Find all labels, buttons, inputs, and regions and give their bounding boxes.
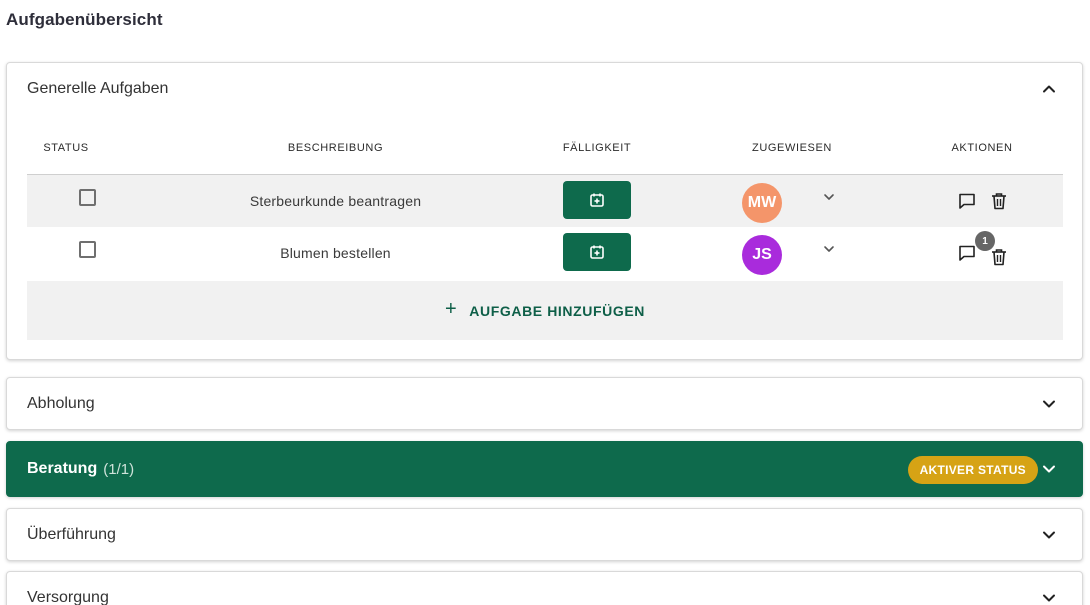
table-row: Sterbeurkunde beantragen MW bbox=[27, 175, 1063, 227]
panel-title-general: Generelle Aufgaben bbox=[27, 80, 169, 97]
trash-icon bbox=[992, 193, 1006, 210]
column-header-due: FÄLLIGKEIT bbox=[562, 142, 632, 154]
column-header-assigned: ZUGEWIESEN bbox=[752, 142, 832, 154]
avatar[interactable]: JS bbox=[742, 235, 782, 275]
task-description: Blumen bestellen bbox=[280, 245, 391, 261]
column-header-description: BESCHREIBUNG bbox=[287, 142, 384, 154]
chevron-down-icon[interactable] bbox=[1042, 528, 1056, 542]
comment-icon bbox=[959, 193, 975, 209]
calendar-plus-icon bbox=[590, 245, 604, 259]
comment-button[interactable] bbox=[956, 190, 978, 212]
chevron-down-icon[interactable] bbox=[1042, 397, 1056, 411]
table-header: STATUS BESCHREIBUNG FÄLLIGKEIT ZUGEWIESE… bbox=[27, 135, 1063, 175]
delete-button[interactable] bbox=[988, 190, 1010, 212]
trash-icon bbox=[992, 249, 1006, 266]
panel-abholung[interactable]: Abholung bbox=[6, 377, 1083, 430]
panel-beratung[interactable]: Beratung (1/1) AKTIVER STATUS bbox=[6, 441, 1083, 497]
status-badge: AKTIVER STATUS bbox=[907, 456, 1038, 484]
panel-title-beratung: Beratung bbox=[27, 460, 98, 477]
panel-general-tasks: Generelle Aufgaben STATUS BESCHREIBUNG F… bbox=[6, 62, 1083, 360]
panel-header-versorgung[interactable]: Versorgung bbox=[7, 572, 1082, 605]
due-date-button[interactable] bbox=[563, 233, 631, 271]
task-status-checkbox[interactable] bbox=[78, 188, 96, 206]
plus-icon: + bbox=[445, 298, 458, 320]
task-progress-count: (1/1) bbox=[103, 460, 135, 478]
table-row: Blumen bestellen JS 1 bbox=[27, 227, 1063, 279]
task-description: Sterbeurkunde beantragen bbox=[249, 193, 422, 209]
due-date-button[interactable] bbox=[563, 181, 631, 219]
panel-header-general[interactable]: Generelle Aufgaben bbox=[7, 63, 1082, 115]
column-header-actions: AKTIONEN bbox=[951, 142, 1013, 154]
chevron-down-icon[interactable] bbox=[1042, 462, 1056, 476]
add-task-label: AUFGABE HINZUFÜGEN bbox=[469, 302, 645, 319]
chevron-down-icon[interactable] bbox=[1042, 591, 1056, 605]
comment-button[interactable] bbox=[956, 242, 978, 264]
tasks-table: STATUS BESCHREIBUNG FÄLLIGKEIT ZUGEWIESE… bbox=[27, 135, 1063, 279]
panel-header-abholung[interactable]: Abholung bbox=[7, 378, 1082, 430]
chevron-down-icon[interactable] bbox=[823, 191, 835, 203]
panel-ueberfuehrung[interactable]: Überführung bbox=[6, 508, 1083, 561]
panel-title-abholung: Abholung bbox=[27, 395, 95, 412]
chevron-down-icon[interactable] bbox=[823, 243, 835, 255]
task-status-checkbox[interactable] bbox=[78, 240, 96, 258]
delete-button[interactable] bbox=[988, 246, 1010, 268]
add-task-button[interactable]: + AUFGABE HINZUFÜGEN bbox=[27, 281, 1063, 340]
page-title: Aufgabenübersicht bbox=[6, 10, 163, 29]
panel-title-versorgung: Versorgung bbox=[27, 589, 109, 605]
panel-title-ueberfuehrung: Überführung bbox=[27, 526, 116, 543]
panel-header-ueberfuehrung[interactable]: Überführung bbox=[7, 509, 1082, 561]
comment-icon bbox=[959, 245, 975, 261]
avatar[interactable]: MW bbox=[742, 183, 782, 223]
column-header-status: STATUS bbox=[43, 142, 89, 154]
calendar-plus-icon bbox=[590, 193, 604, 207]
panel-header-beratung[interactable]: Beratung (1/1) AKTIVER STATUS bbox=[7, 442, 1082, 496]
panel-versorgung[interactable]: Versorgung bbox=[6, 571, 1083, 605]
chevron-up-icon[interactable] bbox=[1042, 82, 1056, 96]
